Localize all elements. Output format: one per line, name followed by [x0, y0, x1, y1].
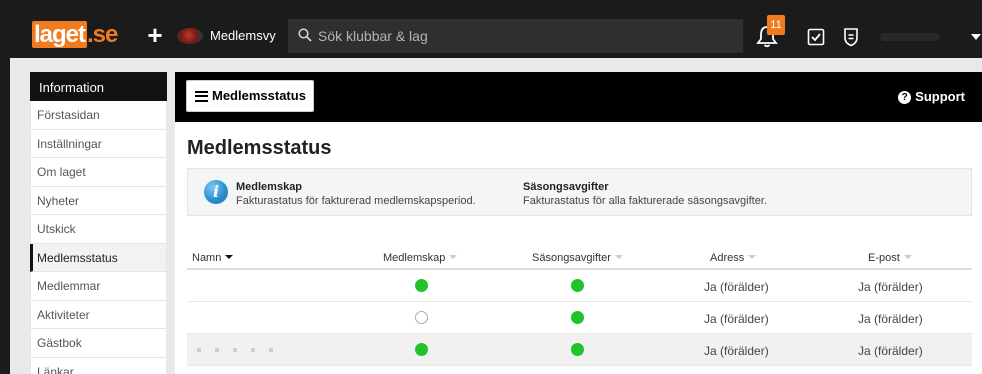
- status-paid-icon: [415, 343, 428, 356]
- info-medlemskap-text: Fakturastatus för fakturerad medlemskaps…: [236, 195, 476, 207]
- info-box: i Medlemskap Fakturastatus för fakturera…: [187, 168, 972, 216]
- column-namn-label: Namn: [192, 252, 222, 264]
- column-adress-label: Adress: [710, 252, 745, 264]
- status-paid-icon: [415, 279, 428, 292]
- column-header-sasongsavgifter[interactable]: Säsongsavgifter: [532, 252, 623, 264]
- column-header-adress[interactable]: Adress: [710, 252, 757, 264]
- blurred-member-name: [197, 348, 277, 352]
- search-input[interactable]: [318, 19, 718, 53]
- hamburger-icon: [195, 90, 208, 102]
- main-panel: Medlemsstatus ? Support Medlemsstatus i …: [175, 72, 982, 374]
- status-paid-icon: [571, 343, 584, 356]
- sort-inactive-icon: [449, 255, 458, 259]
- column-sasong-label: Säsongsavgifter: [532, 252, 611, 264]
- sort-inactive-icon: [614, 255, 623, 259]
- chevron-down-icon[interactable]: [971, 34, 981, 40]
- cell-adress: Ja (förälder): [704, 312, 769, 326]
- support-link[interactable]: ? Support: [898, 89, 965, 105]
- table-row[interactable]: Ja (förälder) Ja (förälder): [187, 334, 972, 366]
- sidebar-item-gastbok[interactable]: Gästbok: [30, 329, 167, 358]
- search-box[interactable]: [288, 19, 743, 53]
- column-header-namn[interactable]: Namn: [192, 252, 234, 264]
- user-name-blurred[interactable]: [880, 33, 940, 41]
- info-sasongsavgifter: Säsongsavgifter Fakturastatus för alla f…: [523, 180, 767, 208]
- question-circle-icon: ?: [898, 90, 912, 104]
- cell-epost: Ja (förälder): [858, 312, 923, 326]
- support-label: Support: [915, 89, 965, 104]
- status-empty-icon: [415, 311, 428, 324]
- search-icon: [298, 28, 312, 42]
- laget-logo[interactable]: laget.se: [32, 21, 118, 48]
- plus-icon[interactable]: +: [145, 22, 165, 48]
- column-header-epost[interactable]: E-post: [868, 252, 912, 264]
- notification-badge: 11: [767, 15, 785, 35]
- info-sasong-title: Säsongsavgifter: [523, 181, 609, 193]
- info-sasong-text: Fakturastatus för alla fakturerade säson…: [523, 195, 767, 207]
- cell-epost: Ja (förälder): [858, 280, 923, 294]
- sidebar-item-om-laget[interactable]: Om laget: [30, 158, 167, 187]
- medlemsstatus-menu-button[interactable]: Medlemsstatus: [186, 80, 314, 112]
- sidebar-item-lankar[interactable]: Länkar: [30, 357, 167, 374]
- table-row[interactable]: Ja (förälder) Ja (förälder): [187, 270, 972, 302]
- logo-text: laget: [32, 21, 88, 48]
- table-header: Namn Medlemskap Säsongsavgifter Adress E…: [187, 246, 972, 270]
- sidebar-item-utskick[interactable]: Utskick: [30, 215, 167, 244]
- info-medlemskap-title: Medlemskap: [236, 181, 303, 193]
- table-row[interactable]: Ja (förälder) Ja (förälder): [187, 302, 972, 334]
- sidebar-item-nyheter[interactable]: Nyheter: [30, 186, 167, 215]
- sort-inactive-icon: [748, 255, 757, 259]
- sort-inactive-icon: [903, 255, 912, 259]
- page-title: Medlemsstatus: [187, 137, 332, 159]
- sidebar-item-medlemsstatus[interactable]: Medlemsstatus: [30, 243, 167, 272]
- sidebar-item-aktiviteter[interactable]: Aktiviteter: [30, 300, 167, 329]
- sort-down-icon: [225, 255, 234, 259]
- cell-epost: Ja (förälder): [858, 344, 923, 358]
- cell-adress: Ja (förälder): [704, 344, 769, 358]
- top-navbar: laget.se + Medlemsvy 11: [0, 0, 982, 58]
- info-icon: i: [204, 180, 228, 204]
- status-paid-icon: [571, 279, 584, 292]
- club-name-link[interactable]: Medlemsvy: [210, 28, 276, 44]
- sidebar-item-forstasidan[interactable]: Förstasidan: [30, 101, 167, 130]
- column-epost-label: E-post: [868, 252, 900, 264]
- sidebar-item-installningar[interactable]: Inställningar: [30, 129, 167, 158]
- sidebar-heading: Information: [30, 72, 167, 101]
- main-toolbar: Medlemsstatus ? Support: [175, 72, 982, 122]
- column-header-medlemskap[interactable]: Medlemskap: [383, 252, 458, 264]
- menu-button-label: Medlemsstatus: [212, 88, 306, 103]
- logo-domain: .se: [87, 21, 118, 48]
- column-medlemskap-label: Medlemskap: [383, 252, 446, 264]
- sidebar: Information Förstasidan Inställningar Om…: [30, 72, 167, 374]
- sidebar-item-medlemmar[interactable]: Medlemmar: [30, 272, 167, 301]
- shield-icon[interactable]: [843, 27, 859, 47]
- cell-adress: Ja (förälder): [704, 280, 769, 294]
- left-edge-bar: [0, 58, 10, 374]
- info-medlemskap: Medlemskap Fakturastatus för fakturerad …: [236, 180, 476, 208]
- status-paid-icon: [571, 311, 584, 324]
- tasks-checkbox-icon[interactable]: [807, 28, 825, 46]
- club-logo[interactable]: [177, 28, 203, 44]
